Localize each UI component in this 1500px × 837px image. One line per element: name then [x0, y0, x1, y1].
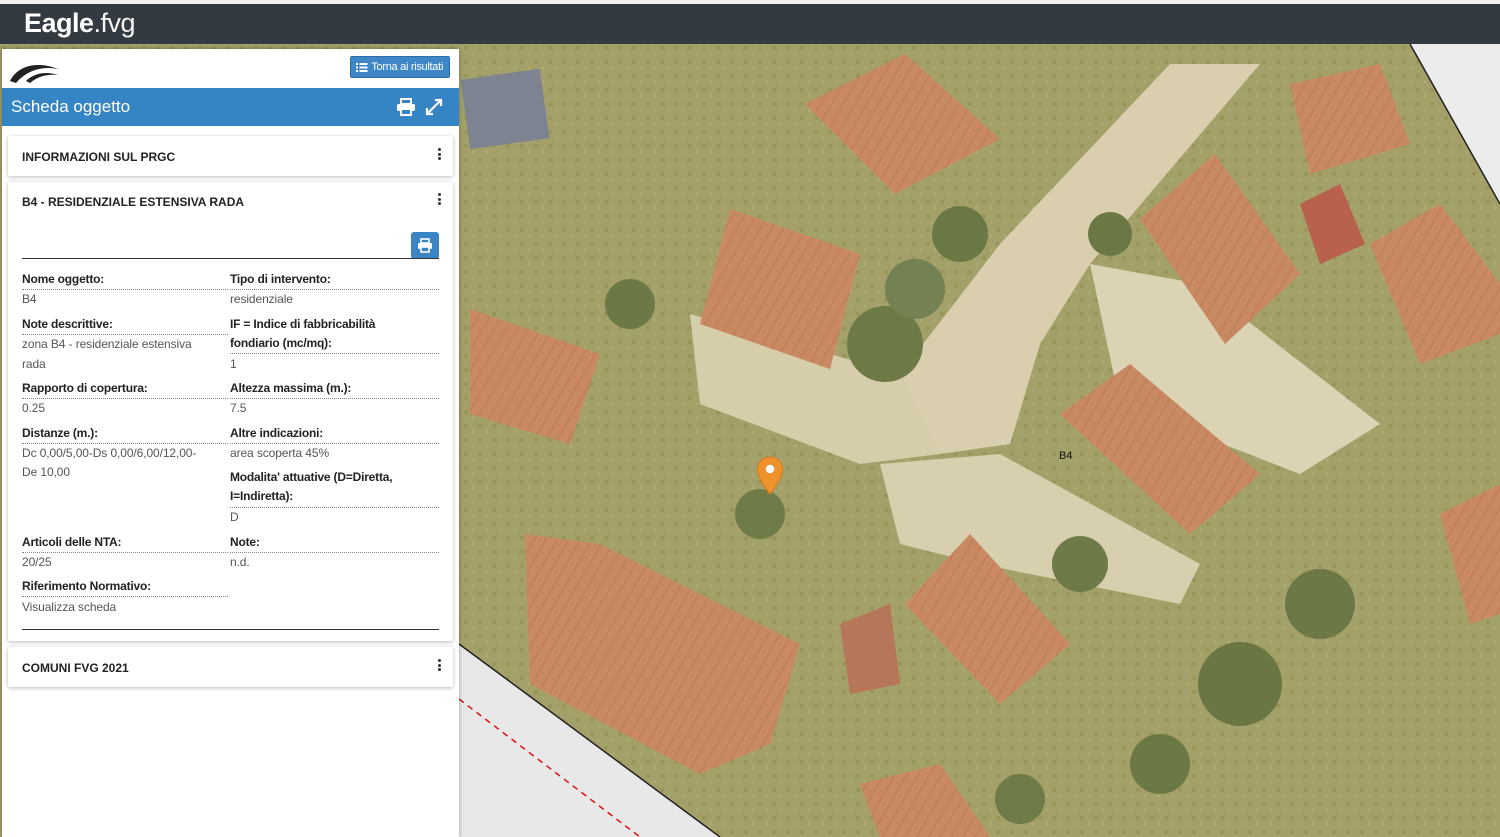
altezza-massima-label: Altezza massima (m.):: [230, 381, 352, 395]
kebab-menu-icon[interactable]: [438, 659, 441, 673]
comuni-fvg-title: COMUNI FVG 2021: [22, 661, 129, 675]
tipo-intervento-value: residenziale: [230, 292, 293, 306]
field-rule: [230, 398, 439, 399]
app-logo[interactable]: Eagle.fvg: [24, 8, 136, 39]
rapporto-copertura-value: 0.25: [22, 401, 45, 415]
riferimento-normativo-label: Riferimento Normativo:: [22, 579, 151, 593]
note-label: Note:: [230, 535, 260, 549]
print-icon[interactable]: [396, 98, 416, 121]
back-to-results-button[interactable]: Torna ai risultati: [350, 56, 450, 78]
print-button[interactable]: [411, 232, 439, 259]
field-rule: [230, 353, 439, 354]
field-rule: [230, 507, 439, 508]
object-panel: Torna ai risultati Scheda oggetto INFORM…: [2, 49, 459, 837]
altezza-massima-value: 7.5: [230, 401, 247, 415]
indice-fabbricabilita-label-line2: fondiario (mc/mq):: [230, 336, 332, 350]
comuni-fvg-card[interactable]: COMUNI FVG 2021: [8, 647, 453, 687]
location-marker[interactable]: [756, 456, 784, 496]
panel-title: Scheda oggetto: [11, 97, 131, 116]
map-pin-icon: [756, 456, 784, 495]
field-rule: [22, 398, 228, 399]
articoli-nta-value: 20/25: [22, 555, 52, 569]
modalita-attuative-value: D: [230, 510, 239, 524]
modalita-attuative-label-line1: Modalita' attuative (D=Diretta,: [230, 470, 393, 484]
top-bar: Eagle.fvg: [0, 0, 1500, 44]
field-rule: [230, 552, 439, 553]
note-descrittive-label: Note descrittive:: [22, 317, 113, 331]
modalita-attuative-label-line2: I=Indiretta):: [230, 489, 294, 503]
separator: [22, 258, 439, 259]
note-descrittive-value-line2: rada: [22, 357, 46, 371]
visualizza-scheda-link[interactable]: Visualizza scheda: [22, 597, 116, 617]
altre-indicazioni-value: area scoperta 45%: [230, 446, 330, 460]
expand-icon[interactable]: [425, 98, 443, 121]
distanze-value-line1: Dc 0,00/5,00-Ds 0,00/6,00/12,00-: [22, 446, 197, 460]
rapporto-copertura-label: Rapporto di copertura:: [22, 381, 148, 395]
zone-detail-card: B4 - RESIDENZIALE ESTENSIVA RADA Nome og…: [8, 182, 453, 641]
indice-fabbricabilita-value: 1: [230, 357, 237, 371]
field-rule: [22, 289, 228, 290]
prgc-info-title: INFORMAZIONI SUL PRGC: [22, 150, 176, 164]
kebab-menu-icon[interactable]: [438, 193, 441, 207]
indice-fabbricabilita-label-line1: IF = Indice di fabbricabilità: [230, 317, 376, 331]
zone-title: B4 - RESIDENZIALE ESTENSIVA RADA: [22, 195, 245, 209]
prgc-info-card[interactable]: INFORMAZIONI SUL PRGC: [8, 136, 453, 176]
tipo-intervento-label: Tipo di intervento:: [230, 272, 331, 286]
note-value: n.d.: [230, 555, 250, 569]
distanze-value-line2: De 10,00: [22, 465, 70, 479]
note-descrittive-value-line1: zona B4 - residenziale estensiva: [22, 337, 192, 351]
panel-title-bar: Scheda oggetto: [2, 88, 459, 126]
nome-oggetto-label: Nome oggetto:: [22, 272, 105, 286]
distanze-label: Distanze (m.):: [22, 426, 98, 440]
nome-oggetto-value: B4: [22, 292, 37, 306]
back-to-results-label: Torna ai risultati: [371, 61, 443, 73]
print-icon: [418, 238, 432, 253]
list-icon: [356, 62, 368, 72]
field-rule: [22, 552, 228, 553]
kebab-menu-icon[interactable]: [438, 148, 441, 162]
panel-header: Torna ai risultati: [2, 49, 459, 88]
articoli-nta-label: Articoli delle NTA:: [22, 535, 122, 549]
zone-label: B4: [1059, 450, 1073, 462]
eagle-brand-icon: [8, 59, 60, 90]
altre-indicazioni-label: Altre indicazioni:: [230, 426, 324, 440]
separator: [22, 629, 439, 630]
